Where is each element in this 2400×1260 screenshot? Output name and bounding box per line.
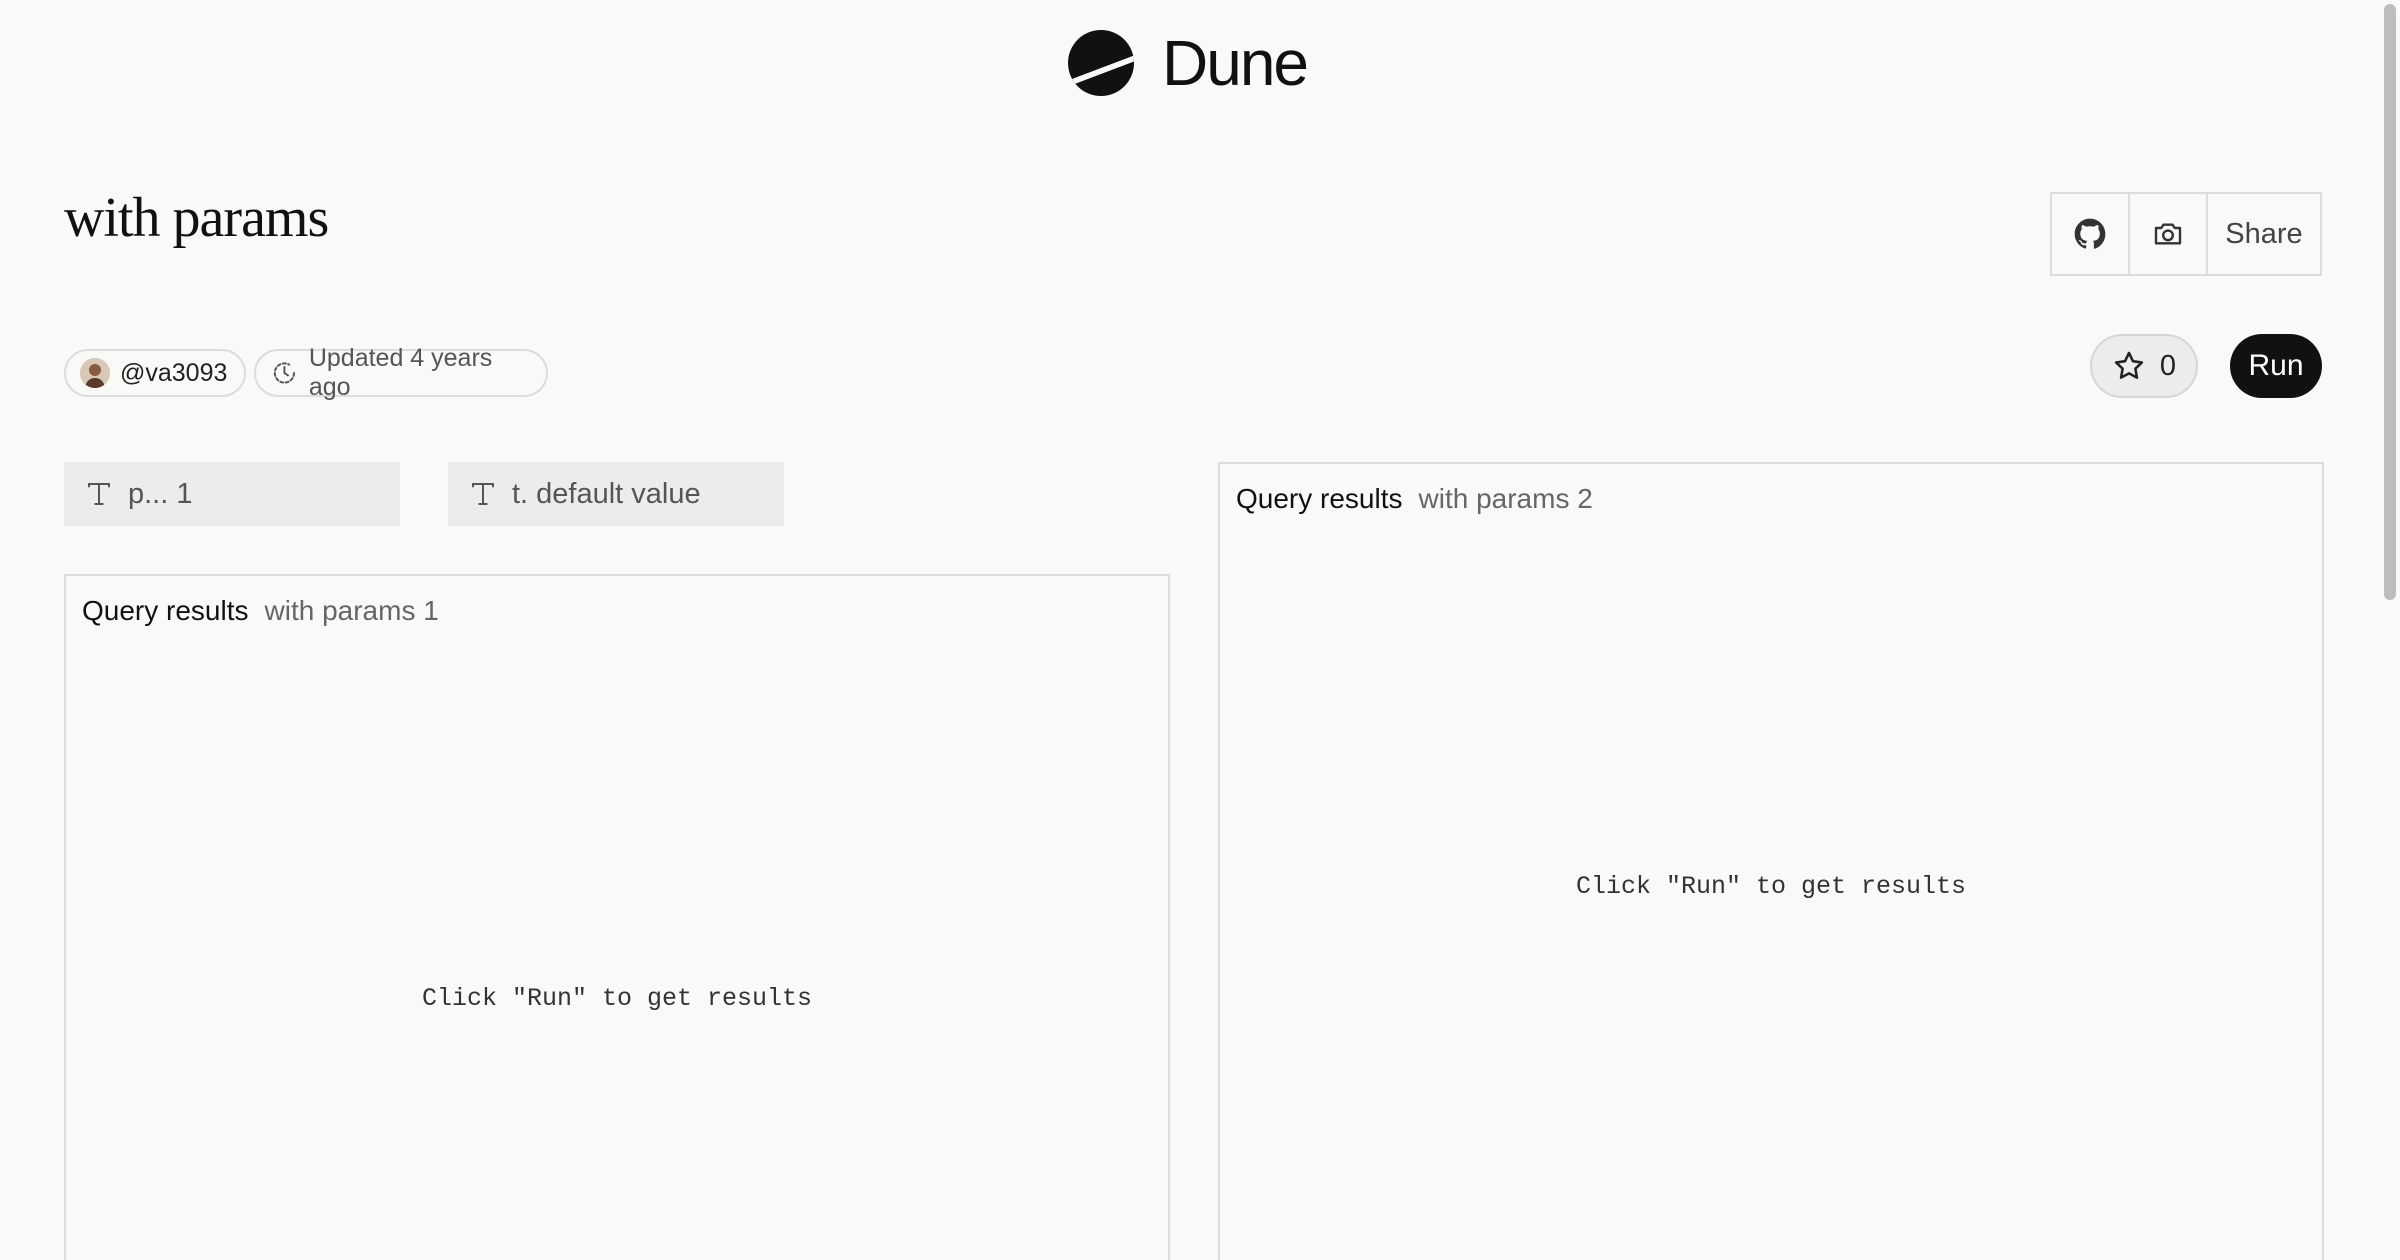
panel-query-name: with params 2 — [1418, 483, 1593, 514]
star-button[interactable]: 0 — [2090, 334, 2198, 398]
page-title: with params — [64, 187, 329, 249]
brand-logo[interactable]: Dune — [1068, 27, 1309, 99]
param-value-1: p... 1 — [128, 477, 193, 510]
text-type-icon — [472, 483, 494, 505]
screenshot-button[interactable] — [2130, 194, 2208, 274]
camera-icon — [2154, 223, 2182, 245]
scrollbar-thumb[interactable] — [2384, 4, 2396, 600]
brand-name: Dune — [1162, 27, 1309, 99]
updated-chip: Updated 4 years ago — [254, 344, 548, 401]
avatar — [80, 358, 110, 388]
results-panel-2: Query results with params 2 Click "Run" … — [1218, 462, 2324, 1260]
param-input-1[interactable]: p... 1 — [64, 462, 400, 526]
text-type-icon — [88, 483, 110, 505]
dune-logo-icon — [1068, 30, 1134, 96]
panel-label: Query results — [1236, 483, 1403, 514]
param-input-2[interactable]: t. default value — [448, 462, 784, 526]
empty-state-message: Click "Run" to get results — [421, 984, 813, 1013]
run-button[interactable]: Run — [2230, 334, 2322, 398]
star-count: 0 — [2159, 349, 2177, 382]
github-button[interactable] — [2052, 194, 2130, 274]
panel-label: Query results — [82, 595, 249, 626]
scrollbar[interactable] — [2380, 0, 2400, 1260]
page: Dune with params Share @va3093 Updated 4… — [0, 0, 2400, 1260]
param-value-2: t. default value — [512, 477, 701, 510]
updated-text: Updated 4 years ago — [308, 344, 493, 401]
github-icon — [2074, 218, 2106, 249]
panel-query-name: with params 1 — [264, 595, 439, 626]
author-chip[interactable]: @va3093 — [64, 349, 246, 397]
share-button[interactable]: Share — [2208, 194, 2320, 274]
clock-icon — [273, 362, 295, 384]
author-name: @va3093 — [120, 358, 228, 387]
results-panel-1: Query results with params 1 Click "Run" … — [64, 574, 1170, 1260]
empty-state-message: Click "Run" to get results — [1575, 872, 1967, 901]
panel-header: Query results with params 2 — [1236, 482, 1593, 516]
query-actions: Share — [2050, 192, 2322, 276]
panel-header: Query results with params 1 — [82, 594, 439, 628]
star-icon — [2114, 351, 2144, 379]
